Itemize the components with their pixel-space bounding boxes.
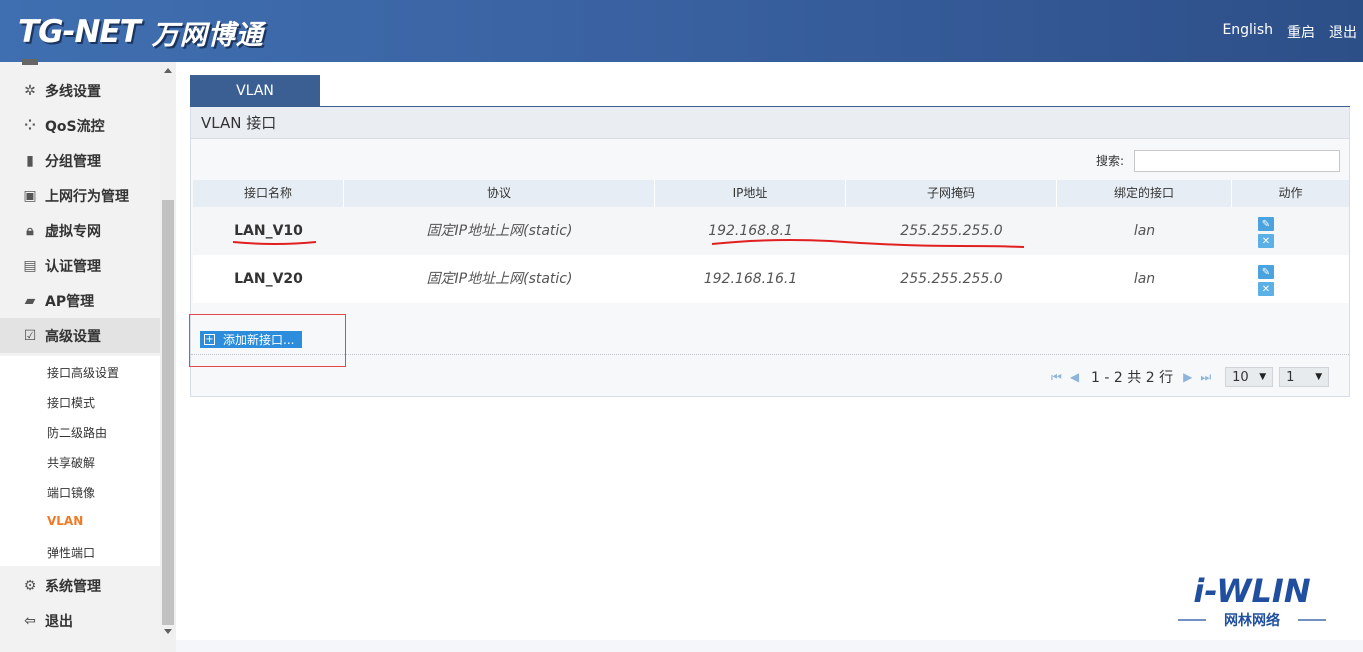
tab-vlan[interactable]: VLAN (190, 75, 320, 106)
vlan-panel: VLAN 接口 搜索: 接口名称 协议 IP地址 子网掩码 绑定的接口 动作 L… (190, 107, 1350, 397)
top-links: English 重启 退出 (1222, 22, 1357, 42)
next-page-icon[interactable]: ▶ (1183, 370, 1192, 384)
bottom-strip (176, 640, 1363, 652)
multi-line-icon: ✲ (24, 82, 36, 99)
table-row: LAN_V10 固定IP地址上网(static) 192.168.8.1 255… (193, 207, 1349, 255)
delete-icon[interactable]: ✕ (1258, 282, 1274, 296)
sidebar-menu: ✲ 多线设置 ⁘ QoS流控 ▮ 分组管理 ▣ 上网行为管理 🔒︎ 虚拟专网 ▤… (0, 59, 160, 652)
qos-icon: ⁘ (24, 117, 36, 134)
sidebar-item-group[interactable]: ▮ 分组管理 (0, 143, 160, 178)
logo-en: TG-NET (18, 14, 141, 50)
pager: ⏮ ◀ 1 - 2 共 2 行 ▶ ⏭ 10 ▼ 1 ▼ (1051, 366, 1330, 388)
column-header-protocol[interactable]: 协议 (344, 180, 655, 207)
submenu-share-crack[interactable]: 共享破解 (47, 454, 95, 471)
auth-icon: ▤ (23, 257, 37, 274)
column-header-bind[interactable]: 绑定的接口 (1057, 180, 1232, 207)
page-size-select[interactable]: 10 ▼ (1225, 367, 1274, 387)
sidebar-item-label: 退出 (45, 613, 73, 630)
sidebar-item-label: 认证管理 (45, 258, 101, 275)
sidebar-item-vpn[interactable]: 🔒︎ 虚拟专网 (0, 213, 160, 248)
watermark-tagline: 网林网络 (1224, 612, 1280, 629)
submenu-interface-mode[interactable]: 接口模式 (47, 394, 95, 411)
scroll-up-arrow[interactable] (164, 68, 172, 73)
sidebar-item-advanced[interactable]: ☑ 高级设置 (0, 318, 160, 353)
gear-icon: ⚙ (23, 577, 37, 594)
cell-bind: lan (1133, 271, 1156, 287)
scroll-thumb[interactable] (162, 200, 174, 625)
submenu-elastic-port[interactable]: 弹性端口 (47, 544, 95, 561)
chevron-down-icon: ▼ (1259, 372, 1267, 382)
advanced-icon: ☑ (23, 327, 37, 344)
panel-title: VLAN 接口 (191, 107, 1349, 139)
sidebar-item-label: QoS流控 (45, 118, 105, 135)
page-number-select[interactable]: 1 ▼ (1279, 367, 1330, 387)
advanced-submenu: 接口高级设置 接口模式 防二级路由 共享破解 端口镜像 VLAN 弹性端口 (0, 356, 160, 566)
column-header-ip[interactable]: IP地址 (655, 180, 846, 207)
sidebar-item-system[interactable]: ⚙ 系统管理 (0, 568, 160, 603)
sidebar-item-label: 系统管理 (45, 578, 101, 595)
cell-mask: 255.255.255.0 (900, 223, 1003, 239)
sidebar-item-logout[interactable]: ⇦ 退出 (0, 603, 160, 638)
first-page-icon[interactable]: ⏮ (1051, 370, 1062, 385)
ap-icon: ▰ (24, 292, 36, 309)
group-icon: ▮ (26, 152, 34, 169)
cell-interface-name: LAN_V10 (234, 223, 303, 239)
sidebar-item-label: 多线设置 (45, 83, 101, 100)
table-footer (191, 303, 1349, 355)
sidebar: ✲ 多线设置 ⁘ QoS流控 ▮ 分组管理 ▣ 上网行为管理 🔒︎ 虚拟专网 ▤… (0, 59, 176, 652)
column-header-mask[interactable]: 子网掩码 (846, 180, 1057, 207)
submenu-anti-secondary-route[interactable]: 防二级路由 (47, 424, 107, 441)
sidebar-item-ap[interactable]: ▰ AP管理 (0, 283, 160, 318)
logo: TG-NET 万网博通 (18, 12, 264, 52)
annotation-box (189, 314, 346, 367)
iwlin-watermark: i-WLIN 网林网络 (1178, 572, 1326, 629)
vpn-lock-icon: 🔒︎ (26, 222, 34, 239)
logout-link[interactable]: 退出 (1329, 22, 1357, 42)
cell-protocol: 固定IP地址上网(static) (426, 223, 573, 239)
language-link[interactable]: English (1222, 22, 1273, 42)
reboot-link[interactable]: 重启 (1287, 22, 1315, 42)
column-header-name[interactable]: 接口名称 (193, 180, 344, 207)
watermark-brand: i-WLIN (1193, 572, 1310, 610)
page-number-value: 1 (1286, 369, 1295, 385)
sidebar-item-behavior[interactable]: ▣ 上网行为管理 (0, 178, 160, 213)
top-header: TG-NET 万网博通 English 重启 退出 (0, 0, 1363, 62)
cell-bind: lan (1133, 223, 1156, 239)
sidebar-scrollbar[interactable] (160, 62, 176, 652)
scroll-down-arrow[interactable] (164, 629, 172, 634)
cell-protocol: 固定IP地址上网(static) (426, 271, 573, 287)
submenu-port-mirror[interactable]: 端口镜像 (47, 484, 95, 501)
page-size-value: 10 (1232, 369, 1249, 385)
cell-interface-name: LAN_V20 (234, 271, 303, 287)
sidebar-item-auth[interactable]: ▤ 认证管理 (0, 248, 160, 283)
table-header: 接口名称 协议 IP地址 子网掩码 绑定的接口 动作 (193, 180, 1349, 207)
table-row: LAN_V20 固定IP地址上网(static) 192.168.16.1 25… (193, 255, 1349, 303)
sidebar-item-qos[interactable]: ⁘ QoS流控 (0, 108, 160, 143)
prev-page-icon[interactable]: ◀ (1070, 370, 1079, 384)
pager-summary: 1 - 2 共 2 行 (1091, 370, 1174, 386)
delete-icon[interactable]: ✕ (1258, 234, 1274, 248)
search-label: 搜索: (1096, 154, 1125, 168)
logout-icon: ⇦ (24, 612, 36, 629)
column-header-action: 动作 (1278, 186, 1303, 200)
cut-off-icon (22, 59, 38, 65)
sidebar-item-label: 上网行为管理 (45, 188, 129, 205)
last-page-icon[interactable]: ⏭ (1200, 370, 1211, 385)
cell-ip: 192.168.16.1 (703, 271, 798, 287)
cell-mask: 255.255.255.0 (900, 271, 1003, 287)
submenu-vlan[interactable]: VLAN (47, 514, 83, 528)
sidebar-item-multiline[interactable]: ✲ 多线设置 (0, 73, 160, 108)
sidebar-item-label: 虚拟专网 (45, 223, 101, 240)
submenu-interface-advanced[interactable]: 接口高级设置 (47, 364, 119, 381)
sidebar-item-label: AP管理 (45, 293, 95, 310)
edit-icon[interactable]: ✎ (1258, 217, 1274, 231)
behavior-icon: ▣ (23, 187, 37, 204)
sidebar-item-label: 高级设置 (45, 328, 101, 345)
search-input[interactable] (1134, 150, 1340, 172)
edit-icon[interactable]: ✎ (1258, 265, 1274, 279)
sidebar-item-label: 分组管理 (45, 153, 101, 170)
logo-cn: 万网博通 (151, 19, 264, 51)
cell-ip: 192.168.8.1 (708, 223, 793, 239)
chevron-down-icon: ▼ (1315, 372, 1323, 382)
